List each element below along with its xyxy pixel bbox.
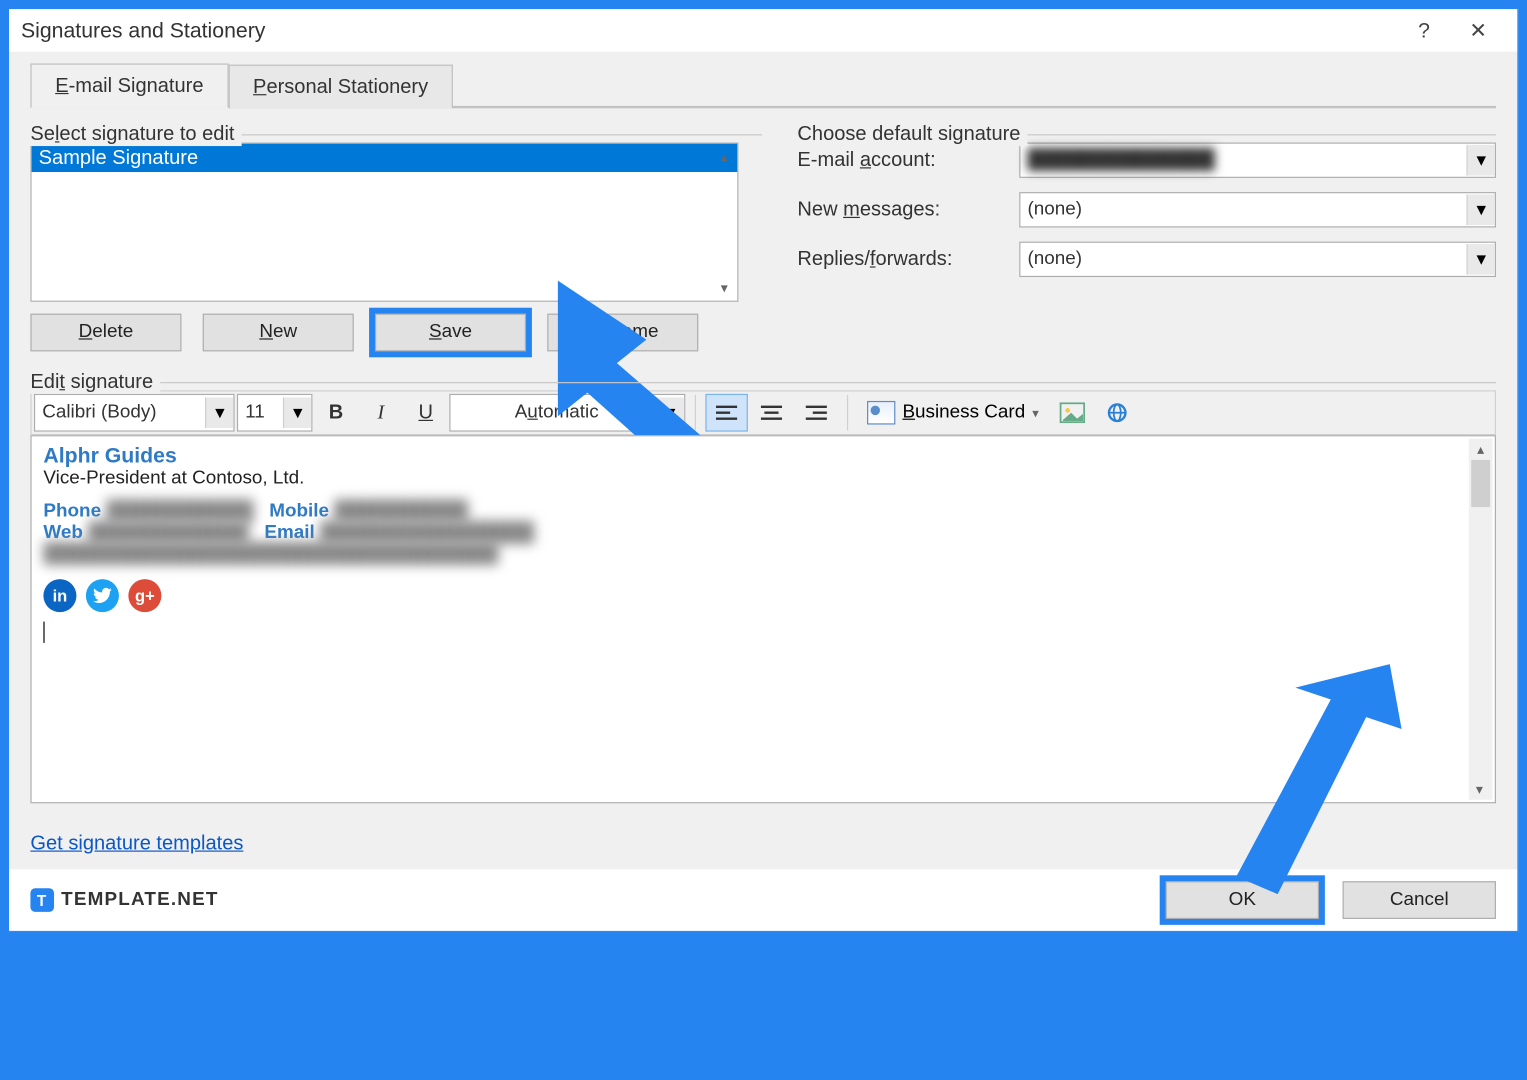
signature-name: Alphr Guides <box>43 443 1483 468</box>
bold-icon[interactable]: B <box>315 394 357 432</box>
align-center-icon[interactable] <box>750 394 792 432</box>
email-account-label: E-mail account: <box>797 148 1009 172</box>
editor-scrollbar[interactable]: ▴ ▾ <box>1469 439 1493 800</box>
phone-value: ███████████ <box>106 501 253 521</box>
list-item[interactable]: Sample Signature <box>32 144 738 172</box>
linkedin-icon[interactable]: in <box>43 579 76 612</box>
dialog-content: E-mail Signature Personal Stationery Sel… <box>9 52 1517 870</box>
phone-label: Phone <box>43 501 101 521</box>
help-icon[interactable]: ? <box>1397 14 1451 47</box>
address-line: ██████████████████████████████████ <box>43 544 1483 565</box>
chevron-down-icon[interactable]: ▾ <box>1466 194 1494 225</box>
chevron-down-icon[interactable]: ▾ <box>1466 244 1494 275</box>
ok-button[interactable]: OK <box>1166 881 1319 919</box>
dialog-footer: T TEMPLATE.NET OK Cancel <box>9 869 1517 930</box>
text-cursor <box>43 622 44 643</box>
insert-hyperlink-icon[interactable] <box>1095 394 1137 432</box>
signature-listbox[interactable]: Sample Signature ▴ ▾ <box>30 143 738 302</box>
font-combo[interactable]: Calibri (Body) ▾ <box>34 394 235 432</box>
replies-forwards-label: Replies/forwards: <box>797 248 1009 272</box>
choose-default-label: Choose default signature <box>797 122 1027 146</box>
scroll-up-icon[interactable]: ▴ <box>1470 439 1491 460</box>
edit-signature-label: Edit signature <box>30 370 160 394</box>
brand-logo: T TEMPLATE.NET <box>30 888 218 912</box>
align-left-icon[interactable] <box>705 394 747 432</box>
chevron-down-icon[interactable]: ▾ <box>1466 145 1494 176</box>
dialog-title: Signatures and Stationery <box>21 18 1397 43</box>
email-value: ████████████████ <box>320 522 534 542</box>
business-card-icon <box>867 401 895 425</box>
chevron-down-icon[interactable]: ▾ <box>656 397 684 428</box>
twitter-icon[interactable] <box>86 579 119 612</box>
google-plus-icon[interactable]: g+ <box>128 579 161 612</box>
close-icon[interactable]: ✕ <box>1451 14 1505 47</box>
save-button[interactable]: Save <box>375 314 526 352</box>
chevron-down-icon[interactable]: ▾ <box>1032 405 1039 420</box>
email-label: Email <box>264 522 314 542</box>
business-card-button[interactable]: Business Card ▾ <box>858 401 1049 425</box>
tab-email-signature[interactable]: E-mail Signature <box>30 63 228 108</box>
new-messages-combo[interactable]: (none) ▾ <box>1019 192 1496 227</box>
rename-button[interactable]: Rename <box>547 314 698 352</box>
get-templates-link[interactable]: Get signature templates <box>30 832 243 856</box>
underline-icon[interactable]: U <box>404 394 446 432</box>
signature-editor[interactable]: Alphr Guides Vice-President at Contoso, … <box>30 435 1496 803</box>
titlebar: Signatures and Stationery ? ✕ <box>9 9 1517 51</box>
delete-button[interactable]: Delete <box>30 314 181 352</box>
signatures-dialog: Signatures and Stationery ? ✕ E-mail Sig… <box>8 8 1518 932</box>
tab-personal-stationery[interactable]: Personal Stationery <box>228 65 453 109</box>
new-button[interactable]: New <box>203 314 354 352</box>
scroll-up-icon[interactable]: ▴ <box>714 146 735 167</box>
web-label: Web <box>43 522 83 542</box>
select-signature-label: Select signature to edit <box>30 122 241 146</box>
chevron-down-icon[interactable]: ▾ <box>283 397 311 428</box>
align-right-icon[interactable] <box>795 394 837 432</box>
cancel-button[interactable]: Cancel <box>1343 881 1496 919</box>
font-size-combo[interactable]: 11 ▾ <box>237 394 313 432</box>
new-messages-label: New messages: <box>797 198 1009 222</box>
mobile-label: Mobile <box>269 501 329 521</box>
scroll-down-icon[interactable]: ▾ <box>1469 779 1490 800</box>
formatting-toolbar: Calibri (Body) ▾ 11 ▾ B I U Automatic ▾ <box>30 390 1496 435</box>
scrollbar-thumb[interactable] <box>1471 460 1490 507</box>
mobile-value: ██████████ <box>334 501 468 521</box>
chevron-down-icon[interactable]: ▾ <box>205 397 233 428</box>
italic-icon[interactable]: I <box>360 394 402 432</box>
web-value: ████████████ <box>88 522 249 542</box>
scroll-down-icon[interactable]: ▾ <box>714 277 735 298</box>
font-color-combo[interactable]: Automatic ▾ <box>449 394 685 432</box>
email-account-combo[interactable]: ██████████████ ▾ <box>1019 143 1496 178</box>
insert-picture-icon[interactable] <box>1051 394 1093 432</box>
replies-forwards-combo[interactable]: (none) ▾ <box>1019 242 1496 277</box>
signature-title: Vice-President at Contoso, Ltd. <box>43 468 1483 489</box>
brand-icon: T <box>30 888 54 912</box>
